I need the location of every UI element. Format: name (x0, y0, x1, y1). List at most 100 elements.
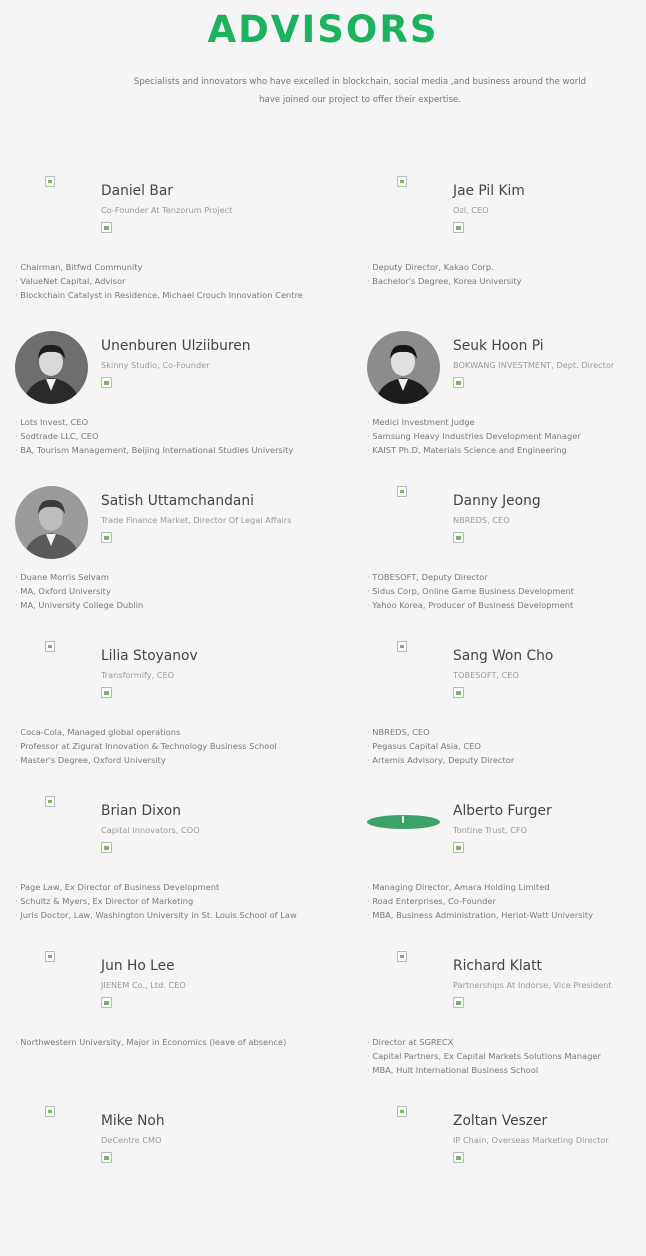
profile-link-icon[interactable] (101, 997, 112, 1008)
profile-link-icon[interactable] (101, 222, 112, 233)
advisor-name: Seuk Hoon Pi (453, 338, 544, 354)
advisor-details: Director at SGRECXCapital Partners, Ex C… (367, 1035, 601, 1077)
advisor-details: Page Law, Ex Director of Business Develo… (15, 880, 297, 922)
advisor-detail-item: Director at SGRECX (367, 1035, 601, 1049)
advisor-name: Danny Jeong (453, 493, 541, 509)
advisor-detail-item: TOBESOFT, Deputy Director (367, 570, 574, 584)
advisor-details: Managing Director, Amara Holding Limited… (367, 880, 593, 922)
advisor-detail-item: Northwestern University, Major in Econom… (15, 1035, 286, 1049)
advisor-detail-item: Deputy Director, Kakao Corp. (367, 260, 522, 274)
advisor-detail-item: Schultz & Myers, Ex Director of Marketin… (15, 894, 297, 908)
advisor-details: Lots Invest, CEOSodtrade LLC, CEOBA, Tou… (15, 415, 293, 457)
advisor-card: Jae Pil Kim Ozl, CEO Deputy Director, Kaka… (367, 176, 646, 326)
advisor-detail-item: Professor at Zigurat Innovation & Techno… (15, 739, 276, 753)
advisor-detail-item: Sidus Corp, Online Game Business Develop… (367, 584, 574, 598)
advisor-card: Jun Ho Lee JIENEM Co., Ltd. CEO Northweste… (15, 951, 315, 1101)
profile-link-icon[interactable] (453, 532, 464, 543)
advisor-name: Richard Klatt (453, 958, 542, 974)
advisor-details: Duane Morris SelvamMA, Oxford University… (15, 570, 143, 612)
advisor-detail-item: Artemis Advisory, Deputy Director (367, 753, 514, 767)
advisor-name: Sang Won Cho (453, 648, 554, 664)
advisor-name: Mike Noh (101, 1113, 165, 1129)
advisor-details: TOBESOFT, Deputy DirectorSidus Corp, Onl… (367, 570, 574, 612)
advisor-role: Tontine Trust, CFO (453, 825, 528, 835)
page-title: ADVISORS (207, 8, 439, 51)
advisor-detail-item: Pegasus Capital Asia, CEO (367, 739, 514, 753)
advisor-name: Brian Dixon (101, 803, 181, 819)
advisor-role: DeCentre CMO (101, 1135, 162, 1145)
intro-line-1: Specialists and innovators who have exce… (133, 77, 587, 87)
profile-link-icon[interactable] (453, 377, 464, 388)
broken-image-icon (397, 176, 407, 187)
advisor-photo (367, 331, 440, 404)
advisor-name: Alberto Furger (453, 803, 552, 819)
advisor-card: Lilia Stoyanov Transformify, CEO Coca-Cola… (15, 641, 315, 791)
broken-image-icon (45, 796, 55, 807)
advisor-detail-item: Chairman, Bitfwd Community (15, 260, 303, 274)
advisor-name: Lilia Stoyanov (101, 648, 198, 664)
advisor-detail-item: Page Law, Ex Director of Business Develo… (15, 880, 297, 894)
advisor-card: Brian Dixon Capital Innovators, COO Page L… (15, 796, 315, 946)
profile-link-icon[interactable] (101, 687, 112, 698)
advisor-name: Jae Pil Kim (453, 183, 525, 199)
advisor-role: Co-Founder At Tenzorum Project (101, 205, 233, 215)
advisor-detail-item: MBA, Business Administration, Heriot-Wat… (367, 908, 593, 922)
advisor-detail-item: Coca-Cola, Managed global operations (15, 725, 277, 739)
advisor-name: Daniel Bar (101, 183, 173, 199)
advisor-role: Partnerships At Indorse, Vice President (453, 980, 612, 990)
profile-link-icon[interactable] (101, 377, 112, 388)
profile-link-icon[interactable] (101, 842, 112, 853)
advisor-detail-item: Duane Morris Selvam (15, 570, 143, 584)
advisor-card: Mike Noh DeCentre CMO (15, 1106, 315, 1256)
advisor-card: Alberto Furger Tontine Trust, CFO Managing… (367, 796, 646, 946)
advisor-detail-item: Capital Partners, Ex Capital Markets Sol… (367, 1049, 601, 1063)
advisor-role: Skinny Studio, Co-Founder (101, 360, 210, 370)
advisor-card: Zoltan Veszer IP Chain, Overseas Marketin… (367, 1106, 646, 1256)
advisor-card: Daniel Bar Co-Founder At Tenzorum Project… (15, 176, 315, 326)
advisor-role: TOBESOFT, CEO (453, 670, 519, 680)
advisor-details: NBREDS, CEOPegasus Capital Asia, CEOArte… (367, 725, 514, 767)
advisor-role: NBREDS, CEO (453, 515, 510, 525)
advisor-card: Seuk Hoon Pi BOKWANG INVESTMENT, Dept. Di… (367, 331, 646, 481)
advisor-role: Ozl, CEO (453, 205, 489, 215)
profile-link-icon[interactable] (453, 997, 464, 1008)
advisor-card: Satish Uttamchandani Trade Finance Market… (15, 486, 315, 636)
broken-image-icon (397, 951, 407, 962)
advisor-detail-item: NBREDS, CEO (367, 725, 514, 739)
profile-link-icon[interactable] (453, 842, 464, 853)
advisor-detail-item: Road Enterprises, Co-Founder (367, 894, 593, 908)
broken-image-icon (397, 1106, 407, 1117)
advisor-name: Satish Uttamchandani (101, 493, 254, 509)
advisor-detail-item: BA, Tourism Management, Beijing Internat… (15, 443, 293, 457)
advisor-detail-item: KAIST Ph.D, Materials Science and Engine… (367, 443, 581, 457)
advisor-detail-item: MA, Oxford University (15, 584, 143, 598)
advisor-card: Richard Klatt Partnerships At Indorse, Vi… (367, 951, 646, 1101)
profile-link-icon[interactable] (101, 1152, 112, 1163)
profile-link-icon[interactable] (453, 1152, 464, 1163)
advisor-details: Chairman, Bitfwd CommunityValueNet Capit… (15, 260, 303, 302)
advisor-detail-item: MBA, Hult International Business School (367, 1063, 601, 1077)
intro-line-2: have joined our project to offer their e… (259, 95, 461, 105)
profile-link-icon[interactable] (453, 222, 464, 233)
advisor-details: Northwestern University, Major in Econom… (15, 1035, 286, 1049)
advisor-detail-item: ValueNet Capital, Advisor (15, 274, 303, 288)
advisor-photo (15, 331, 88, 404)
advisor-detail-item: Juris Doctor, Law, Washington University… (15, 908, 296, 922)
advisor-detail-item: Samsung Heavy Industries Development Man… (367, 429, 581, 443)
profile-link-icon[interactable] (101, 532, 112, 543)
advisor-photo-placeholder (367, 815, 440, 829)
advisor-detail-item: Bachelor's Degree, Korea University (367, 274, 521, 288)
advisor-name: Zoltan Veszer (453, 1113, 548, 1129)
advisor-role: IP Chain, Overseas Marketing Director (453, 1135, 609, 1145)
advisor-photo (15, 486, 88, 559)
advisor-detail-item: Managing Director, Amara Holding Limited (367, 880, 593, 894)
advisor-detail-item: Blockchain Catalyst in Residence, Michae… (15, 288, 303, 302)
broken-image-icon (397, 641, 407, 652)
profile-link-icon[interactable] (453, 687, 464, 698)
advisor-role: Trade Finance Market, Director Of Legal … (101, 515, 292, 525)
advisor-details: Medici Investment JudgeSamsung Heavy Ind… (367, 415, 581, 457)
advisor-detail-item: Medici Investment Judge (367, 415, 581, 429)
broken-image-icon (45, 1106, 55, 1117)
advisor-detail-item: Yahoo Korea, Producer of Business Develo… (367, 598, 574, 612)
broken-image-icon (45, 176, 55, 187)
